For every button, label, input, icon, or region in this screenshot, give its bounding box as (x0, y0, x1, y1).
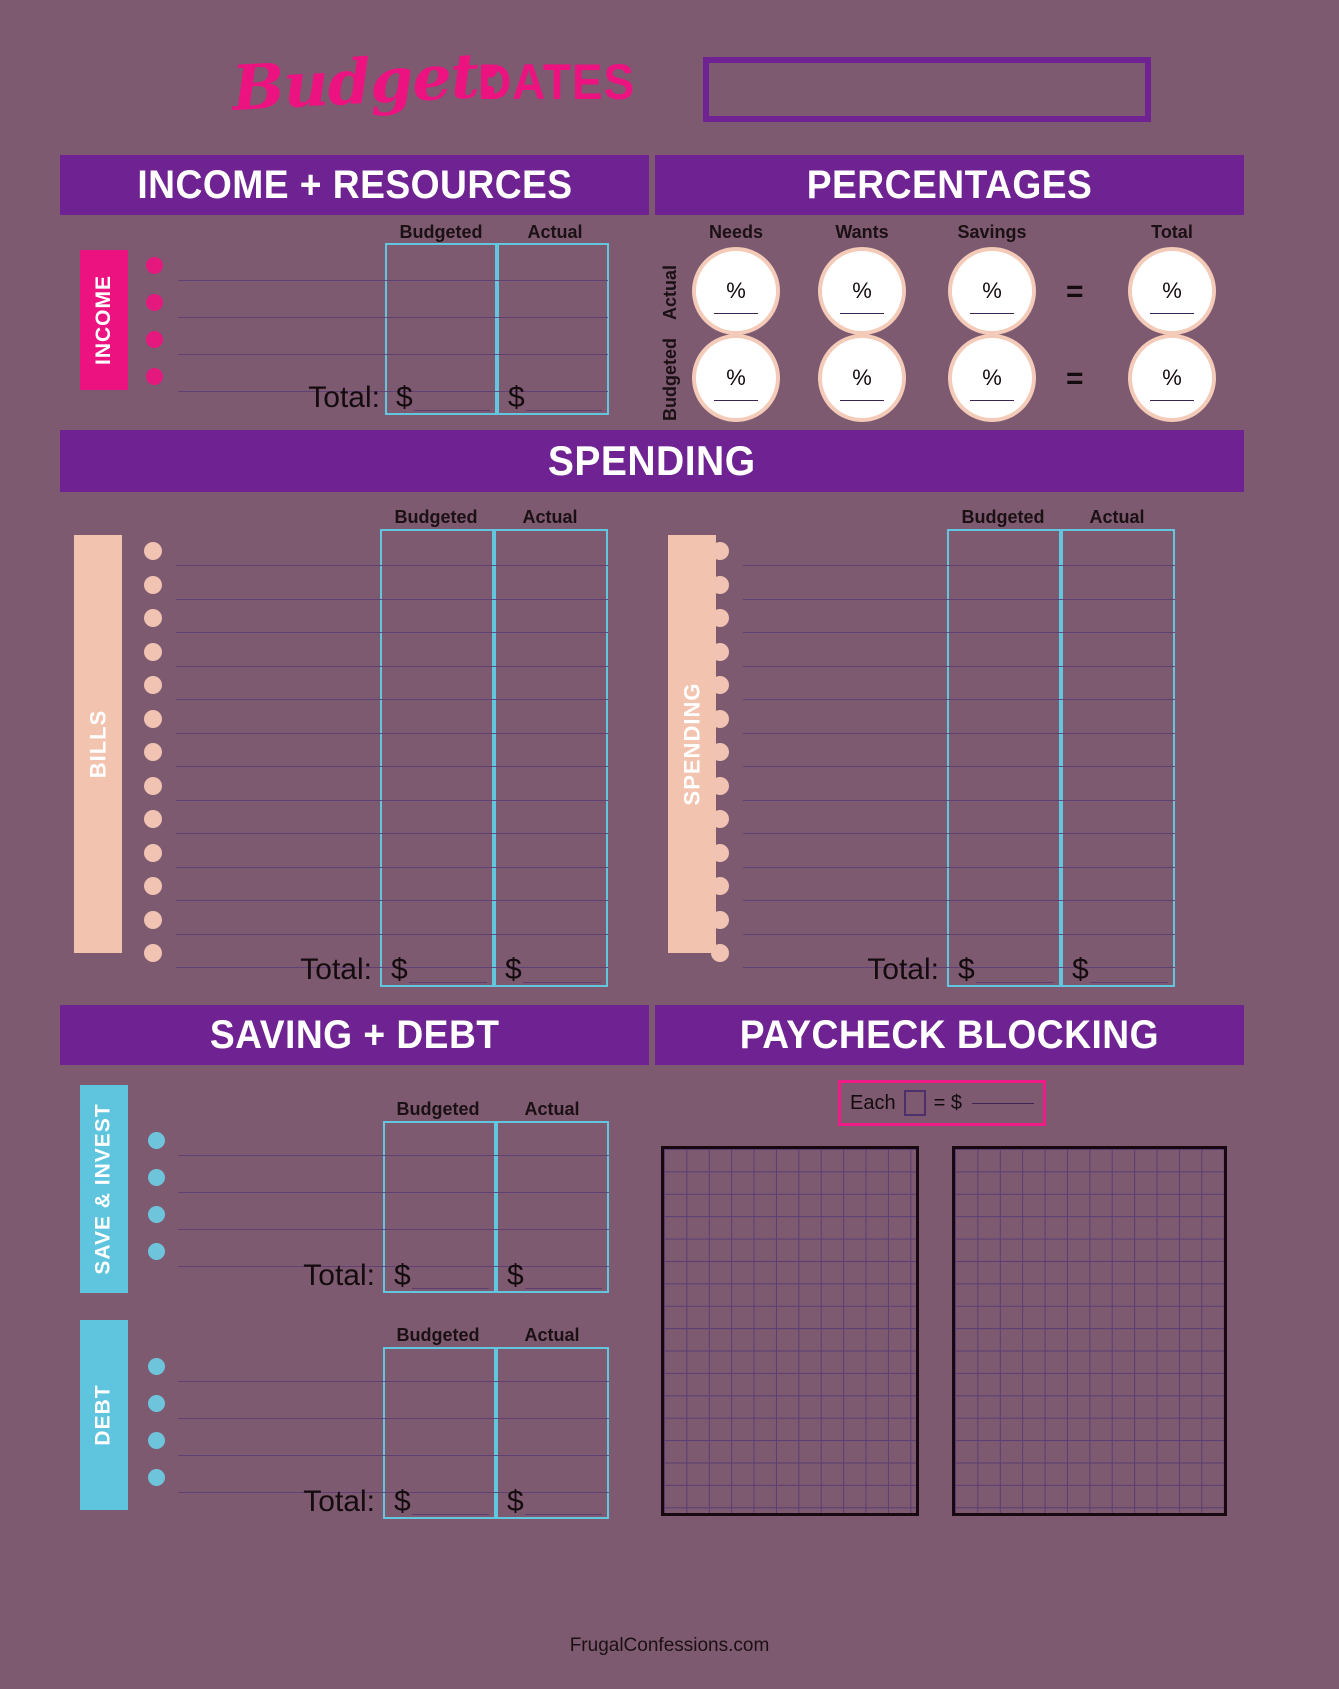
paycheck-grid-left[interactable] (661, 1146, 919, 1516)
legend-value-field[interactable] (971, 1102, 1034, 1104)
legend-equals-label: = $ (933, 1091, 962, 1114)
footer-site-name: FrugalConfessions.com (569, 1635, 770, 1656)
debt-budgeted-total-field[interactable] (412, 1514, 489, 1515)
budget-worksheet-page: Budget: DATES INCOME + RESOURCES INCOME … (0, 0, 1339, 1689)
list-bullet (148, 1357, 165, 1375)
debt-actual-total-field[interactable] (525, 1514, 602, 1515)
paycheck-legend[interactable]: Each = $ (838, 1080, 1046, 1126)
debt-total-label: Total: (303, 1485, 375, 1518)
debt-budgeted-total-currency: $ (394, 1485, 411, 1518)
list-item[interactable] (178, 1418, 609, 1419)
paycheck-grid-right[interactable] (952, 1146, 1227, 1516)
legend-square-icon (903, 1090, 926, 1116)
list-bullet (148, 1394, 165, 1412)
list-bullet (148, 1431, 165, 1449)
debt-actual-total-currency: $ (507, 1485, 524, 1518)
section-header-paycheck-blocking: PAYCHECK BLOCKING (655, 1005, 1244, 1065)
section-header-paycheck-blocking-label: PAYCHECK BLOCKING (739, 1012, 1160, 1057)
legend-prefix-label: Each (850, 1091, 896, 1114)
list-item[interactable] (178, 1455, 609, 1456)
list-bullet (148, 1468, 165, 1486)
list-item[interactable] (178, 1381, 609, 1382)
